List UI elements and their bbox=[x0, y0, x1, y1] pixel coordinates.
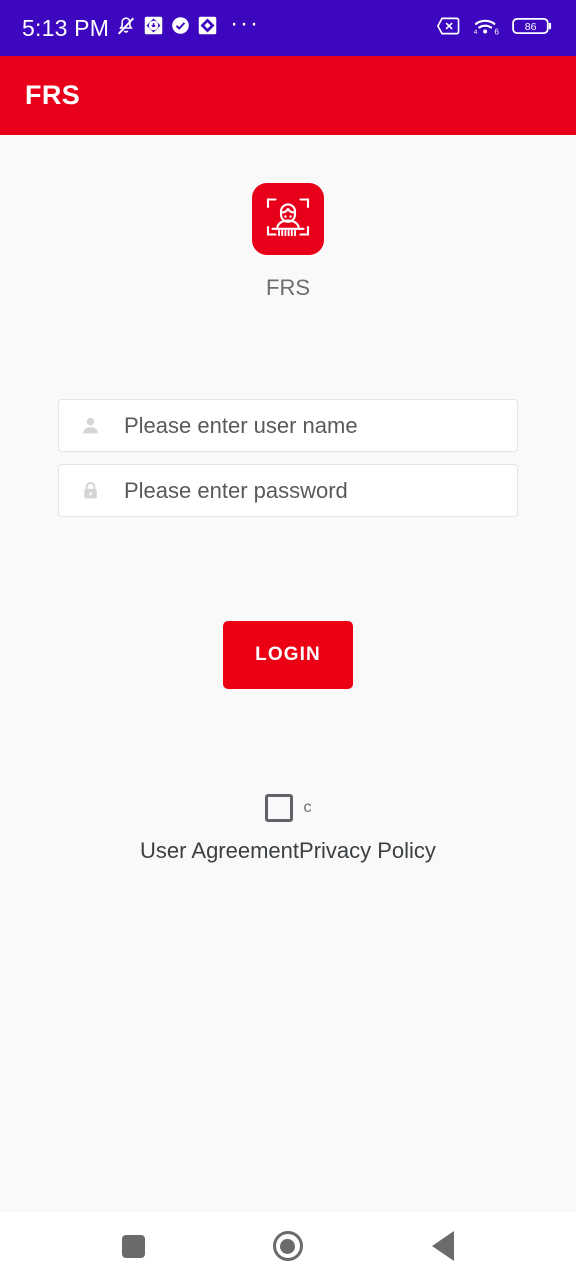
circle-icon-dot bbox=[280, 1238, 296, 1254]
username-input[interactable] bbox=[124, 412, 497, 439]
app-bar: FRS bbox=[0, 56, 576, 135]
status-bar: 5:13 PM ··· 6 4 86 bbox=[0, 0, 576, 56]
battery-level-text: 86 bbox=[525, 20, 537, 32]
login-screen-body: FRS Please enter user name LOGIN c User … bbox=[0, 135, 576, 1212]
nav-home-button[interactable] bbox=[258, 1216, 318, 1276]
nav-back-button[interactable] bbox=[413, 1216, 473, 1276]
user-agreement-link[interactable]: User Agreement bbox=[140, 838, 299, 864]
nav-recents-button[interactable] bbox=[103, 1216, 163, 1276]
status-overflow-dots: ··· bbox=[230, 10, 261, 37]
face-recognition-icon bbox=[261, 190, 315, 249]
svg-text:4: 4 bbox=[474, 28, 478, 35]
phone-screen: 5:13 PM ··· 6 4 86 FRS FRS Please enter … bbox=[0, 0, 576, 1280]
check-circle-icon bbox=[170, 15, 191, 41]
status-bar-left: 5:13 PM ··· bbox=[22, 10, 261, 42]
battery-icon: 86 bbox=[512, 15, 554, 42]
circle-icon bbox=[272, 1231, 303, 1261]
username-field[interactable] bbox=[58, 399, 518, 452]
svg-text:6: 6 bbox=[494, 27, 499, 36]
page-title: FRS bbox=[25, 80, 81, 110]
app-logo-label: FRS bbox=[266, 275, 310, 300]
password-field[interactable] bbox=[58, 464, 518, 517]
lock-icon bbox=[79, 480, 101, 501]
policy-links-row: User Agreement Privacy Policy bbox=[140, 838, 436, 864]
no-sim-icon bbox=[436, 15, 462, 42]
privacy-policy-link[interactable]: Privacy Policy bbox=[299, 838, 436, 864]
app-badge-diamond-icon bbox=[143, 15, 164, 41]
app-logo bbox=[252, 183, 324, 255]
android-nav-bar bbox=[0, 1212, 576, 1280]
agreement-checkbox-label: c bbox=[303, 799, 312, 816]
user-icon bbox=[79, 415, 101, 436]
logo-block: FRS bbox=[252, 183, 324, 301]
agreement-checkbox[interactable] bbox=[264, 794, 293, 822]
wifi-6-icon: 6 4 bbox=[473, 15, 501, 42]
app-badge-diamond-icon bbox=[197, 15, 218, 41]
triangle-left-icon bbox=[431, 1231, 454, 1261]
bell-mute-icon bbox=[115, 15, 137, 42]
agreement-row: c bbox=[264, 794, 312, 822]
status-bar-right: 6 4 86 bbox=[436, 15, 554, 42]
square-icon bbox=[121, 1234, 145, 1258]
login-button[interactable]: LOGIN bbox=[223, 621, 353, 689]
login-form bbox=[58, 399, 518, 517]
password-input[interactable] bbox=[124, 477, 497, 504]
status-time: 5:13 PM bbox=[22, 14, 110, 41]
